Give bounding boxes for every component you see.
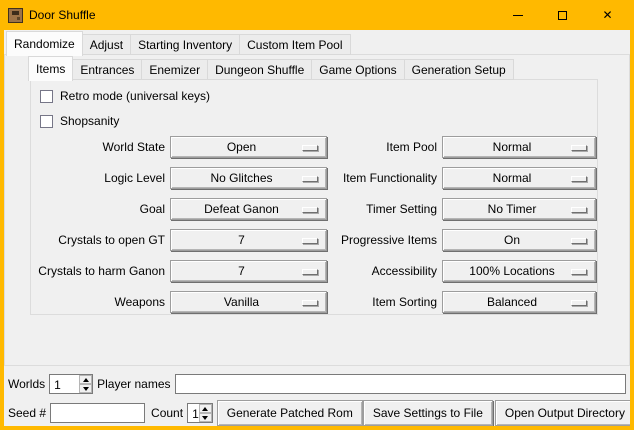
logic-level-dropdown[interactable]: No Glitches [170, 167, 327, 189]
weapons-dropdown[interactable]: Vanilla [170, 291, 327, 313]
count-label: Count [151, 406, 183, 420]
tab-entrances[interactable]: Entrances [72, 59, 142, 80]
spinner-arrows [199, 404, 212, 422]
dropdown-indicator-icon [302, 176, 318, 182]
timer-setting-dropdown[interactable]: No Timer [442, 198, 596, 220]
accessibility-dropdown[interactable]: 100% Locations [442, 260, 596, 282]
retro-mode-row: Retro mode (universal keys) [40, 89, 597, 103]
player-names-label: Player names [97, 377, 170, 391]
dropdown-indicator-icon [302, 300, 318, 306]
worlds-row: Worlds 1 Player names [8, 374, 626, 394]
spinner-arrows [79, 375, 92, 393]
dropdown-indicator-icon [571, 300, 587, 306]
goal-label: Goal [36, 202, 167, 216]
tab-dungeon-shuffle[interactable]: Dungeon Shuffle [207, 59, 312, 80]
items-panel: Retro mode (universal keys) Shopsanity W… [30, 79, 598, 315]
item-sorting-label: Item Sorting [330, 295, 439, 309]
dropdown-indicator-icon [571, 238, 587, 244]
retro-mode-checkbox[interactable] [40, 90, 53, 103]
timer-setting-label: Timer Setting [330, 202, 439, 216]
dropdown-indicator-icon [302, 269, 318, 275]
close-button[interactable]: ✕ [585, 0, 630, 30]
weapons-label: Weapons [36, 295, 167, 309]
item-sorting-dropdown[interactable]: Balanced [442, 291, 596, 313]
shopsanity-label: Shopsanity [60, 114, 119, 128]
dropdown-indicator-icon [302, 238, 318, 244]
seed-input[interactable] [50, 403, 145, 423]
open-output-directory-button[interactable]: Open Output Directory [495, 400, 630, 426]
close-icon: ✕ [602, 9, 612, 21]
progressive-items-dropdown[interactable]: On [442, 229, 596, 251]
worlds-spinner[interactable]: 1 [49, 374, 93, 394]
titlebar: Door Shuffle ✕ [4, 0, 630, 30]
save-settings-button[interactable]: Save Settings to File [363, 400, 493, 426]
accessibility-label: Accessibility [330, 264, 439, 278]
world-state-label: World State [36, 140, 167, 154]
outer-tab-bar: Randomize Adjust Starting Inventory Cust… [4, 31, 630, 55]
crystals-gt-label: Crystals to open GT [36, 233, 167, 247]
world-state-dropdown[interactable]: Open [170, 136, 327, 158]
seed-label: Seed # [8, 406, 46, 420]
client-area: Randomize Adjust Starting Inventory Cust… [4, 30, 630, 426]
dropdown-indicator-icon [302, 207, 318, 213]
dropdown-indicator-icon [302, 145, 318, 151]
progressive-items-label: Progressive Items [330, 233, 439, 247]
generate-patched-rom-button[interactable]: Generate Patched Rom [217, 400, 363, 426]
tab-custom-item-pool[interactable]: Custom Item Pool [239, 34, 350, 55]
maximize-icon [558, 11, 567, 20]
item-pool-label: Item Pool [330, 140, 439, 154]
dropdown-indicator-icon [571, 176, 587, 182]
crystals-ganon-dropdown[interactable]: 7 [170, 260, 327, 282]
worlds-label: Worlds [8, 377, 45, 391]
shopsanity-row: Shopsanity [40, 114, 597, 128]
player-names-input[interactable] [175, 374, 627, 394]
inner-tab-bar: Items Entrances Enemizer Dungeon Shuffle… [5, 56, 629, 80]
dropdown-indicator-icon [571, 145, 587, 151]
minimize-icon [513, 15, 523, 16]
spin-up-icon[interactable] [199, 404, 212, 413]
item-pool-dropdown[interactable]: Normal [442, 136, 596, 158]
dropdown-indicator-icon [571, 207, 587, 213]
tab-items[interactable]: Items [28, 56, 73, 81]
tab-randomize[interactable]: Randomize [6, 31, 83, 56]
maximize-button[interactable] [540, 0, 585, 30]
dropdown-indicator-icon [571, 269, 587, 275]
seed-row: Seed # Count 1 Generate Patched Rom Save… [8, 400, 626, 426]
minimize-button[interactable] [495, 0, 540, 30]
bottom-bar: Worlds 1 Player names Seed # Count 1 [4, 374, 630, 426]
spin-down-icon[interactable] [199, 413, 212, 422]
crystals-ganon-label: Crystals to harm Ganon [36, 264, 167, 278]
goal-dropdown[interactable]: Defeat Ganon [170, 198, 327, 220]
count-spinner[interactable]: 1 [187, 403, 213, 423]
retro-mode-label: Retro mode (universal keys) [60, 89, 210, 103]
crystals-gt-dropdown[interactable]: 7 [170, 229, 327, 251]
caption-buttons: ✕ [495, 0, 630, 30]
app-icon [8, 8, 23, 23]
logic-level-label: Logic Level [36, 171, 167, 185]
tab-adjust[interactable]: Adjust [82, 34, 131, 55]
tab-generation-setup[interactable]: Generation Setup [404, 59, 514, 80]
randomize-panel: Items Entrances Enemizer Dungeon Shuffle… [4, 54, 630, 366]
spin-down-icon[interactable] [79, 384, 92, 393]
spin-up-icon[interactable] [79, 375, 92, 384]
options-grid: World State Open Item Pool Normal Logic … [36, 136, 597, 313]
tab-starting-inventory[interactable]: Starting Inventory [130, 34, 240, 55]
shopsanity-checkbox[interactable] [40, 115, 53, 128]
item-functionality-dropdown[interactable]: Normal [442, 167, 596, 189]
tab-enemizer[interactable]: Enemizer [141, 59, 208, 80]
window: Door Shuffle ✕ Randomize Adjust Starting… [0, 0, 634, 430]
tab-game-options[interactable]: Game Options [311, 59, 404, 80]
window-title: Door Shuffle [29, 8, 96, 22]
item-functionality-label: Item Functionality [330, 171, 439, 185]
